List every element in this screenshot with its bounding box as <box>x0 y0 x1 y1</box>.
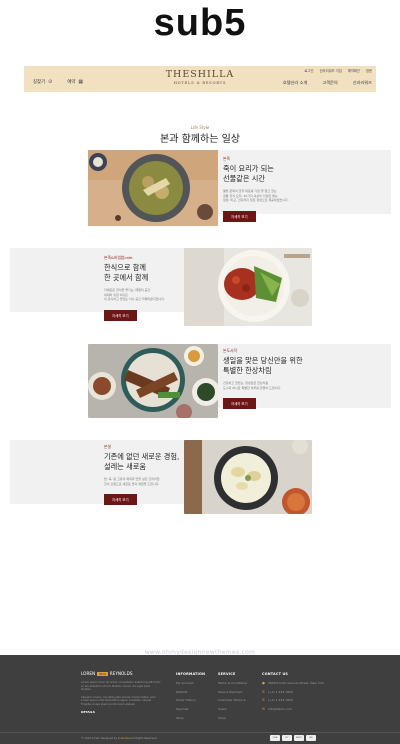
feature-heading: 기존에 없던 새로운 경험, 설레는 새로움 <box>104 452 180 471</box>
page-title: sub5 <box>153 2 247 44</box>
footer-info-link[interactable]: Wishlist <box>176 690 205 694</box>
paypal-icon: PAY <box>306 735 316 741</box>
footer-contact-title: CONTACT US <box>262 672 289 676</box>
footer-service-link[interactable]: Secure Payment <box>218 690 247 694</box>
payment-icons: VISA MC AMEX PAY <box>270 735 316 741</box>
copyright: © 2018 Lorem Designed by LorenIpsu All R… <box>81 737 158 740</box>
feature-photo-lunchbox <box>88 344 218 418</box>
nav-item-rewards[interactable]: 신라리워즈 <box>353 80 372 86</box>
footer-service-link[interactable]: Customer Terms & <box>218 698 247 702</box>
header-link-confirm[interactable]: 예약확인 <box>348 68 360 73</box>
site-header: 길찾기 ⊙ 예약 ▦ THESHILLA HOTELS & RESORTS 로그… <box>24 66 376 92</box>
copyright-link[interactable]: LorenIpsu <box>118 737 131 740</box>
mastercard-icon: MC <box>282 735 292 741</box>
footer-bottom-bar: © 2018 Lorem Designed by LorenIpsu All R… <box>0 732 400 744</box>
feature-tag: 본죽 <box>223 156 230 161</box>
main-nav: 호텔신라 소개 고객문의 신라리워즈 <box>283 80 372 86</box>
feature-photo-porridge <box>88 150 218 226</box>
feature-text-1: 본죽 죽이 요리가 되는 선물같은 시간 웰빙 문화의 한국 대표를 가장 잘 … <box>223 156 383 222</box>
feature-tag: 본도시락 <box>223 348 237 353</box>
footer-information: INFORMATION My Account Wishlist Order Hi… <box>176 672 205 724</box>
pin-icon: ● <box>262 681 265 686</box>
contact-address: ● 3648 Fourth Avenue Street, New York <box>262 681 325 686</box>
feature-text-2: 본죽&비빔밥cafe 한식으로 함께 한 곳에서 함께 다채로운 한식을 즐기는… <box>104 255 184 321</box>
feature-description: 다채로운 한식을 즐기는, 패밀리 공간 세대와 취향 어디든 이 휴식하고 맛… <box>104 288 165 302</box>
footer-service-link[interactable]: Shop <box>218 716 247 720</box>
header-link-reservation[interactable]: 예약 <box>67 79 75 85</box>
footer-info-link[interactable]: Order History <box>176 698 205 702</box>
feature-tag: 본설 <box>104 444 111 449</box>
logo-tagline: HOTELS & RESORTS <box>173 81 227 85</box>
contact-phone-2: ✆ (+1) 1 234 7890 <box>262 698 293 703</box>
phone-icon: ✆ <box>262 689 265 694</box>
feature-heading: 생일을 맞은 당신만을 위한 특별한 한상차림 <box>223 356 303 375</box>
footer-about: Lorem ipsum dolor sit amet, consectetur … <box>81 681 161 714</box>
header-top-links: 로그인 신라리워즈 가입 예약확인 영문 <box>304 68 372 73</box>
contact-phone: ✆ (+1) 1 234 7890 <box>262 689 293 694</box>
feature-text-4: 본설 기존에 없던 새로운 경험, 설레는 새로움 밥, 죽, 탕 고유의 매력… <box>104 444 184 506</box>
feature-more-button[interactable]: 자세히 보기 <box>223 210 256 222</box>
location-icon[interactable]: ⊙ <box>48 79 52 85</box>
footer-contact: CONTACT US ● 3648 Fourth Avenue Street, … <box>262 672 332 716</box>
footer-details-link[interactable]: DETAILS <box>81 710 161 715</box>
footer-service-title: SERVICE <box>218 672 236 676</box>
footer-info-link[interactable]: My Account <box>176 681 205 685</box>
header-link-language[interactable]: 영문 <box>366 68 372 73</box>
brand-logo[interactable]: THESHILLA HOTELS & RESORTS <box>154 69 246 85</box>
footer-logo[interactable]: LOREN ipsu REYNOLDS <box>81 671 133 676</box>
header-link-join[interactable]: 신라리워즈 가입 <box>320 68 342 73</box>
feature-more-button[interactable]: 자세히 보기 <box>223 398 256 410</box>
feature-more-button[interactable]: 자세히 보기 <box>104 494 137 506</box>
mail-icon: ✉ <box>262 706 265 711</box>
nav-item-about[interactable]: 호텔신라 소개 <box>283 80 307 86</box>
logo-wordmark: THESHILLA <box>165 69 235 80</box>
feature-heading: 한식으로 함께 한 곳에서 함께 <box>104 263 149 282</box>
footer-info-link[interactable]: Specials <box>176 707 205 711</box>
footer-service-link[interactable]: Users <box>218 707 247 711</box>
phone-icon: ✆ <box>262 698 265 703</box>
header-utility-left: 길찾기 ⊙ 예약 ▦ <box>33 79 83 85</box>
feature-photo-bibimbap <box>184 248 312 326</box>
feature-description: 웰빙 문화의 한국 대표를 가장 잘 알고 있는 정통 한식 요리. 30가지 … <box>223 189 289 203</box>
feature-description: 밥, 죽, 탕 고유의 매력과 맛을 살린 프리미엄 한식 브랜드로 새로운 맛… <box>104 477 160 486</box>
contact-email: ✉ info@demo.com <box>262 706 293 711</box>
visa-icon: VISA <box>270 735 280 741</box>
footer-service: SERVICE Terms & Conditions Secure Paymen… <box>218 672 247 724</box>
feature-more-button[interactable]: 자세히 보기 <box>104 309 137 321</box>
header-link-directions[interactable]: 길찾기 <box>33 79 45 85</box>
footer-info-title: INFORMATION <box>176 672 206 676</box>
site-footer: LOREN ipsu REYNOLDS Lorem ipsum dolor si… <box>0 655 400 744</box>
calendar-icon[interactable]: ▦ <box>78 79 83 85</box>
footer-info-link[interactable]: Shop <box>176 716 205 720</box>
footer-service-link[interactable]: Terms & Conditions <box>218 681 247 685</box>
header-link-login[interactable]: 로그인 <box>304 68 313 73</box>
feature-tag: 본죽&비빔밥cafe <box>104 255 133 260</box>
feature-text-3: 본도시락 생일을 맞은 당신만을 위한 특별한 한상차림 건강하고 맛있는, 정… <box>223 348 383 410</box>
feature-photo-soup <box>184 440 312 514</box>
amex-icon: AMEX <box>294 735 304 741</box>
nav-item-contact[interactable]: 고객문의 <box>322 80 337 86</box>
feature-heading: 죽이 요리가 되는 선물같은 시간 <box>223 164 274 183</box>
feature-description: 건강하고 맛있는, 정성담은 한상차림 도시락 하나로 특별한 하루를 만들어 … <box>223 381 282 390</box>
section-title: 본과 함께하는 일상 <box>160 134 240 145</box>
